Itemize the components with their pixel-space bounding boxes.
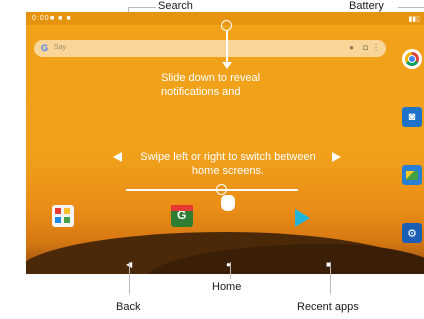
battery-callout: Battery <box>349 0 384 12</box>
search-callout: Search <box>158 0 193 12</box>
slide-down-line <box>226 31 228 63</box>
recent-apps-leader <box>330 262 331 294</box>
more-icon[interactable]: ⋮ <box>372 43 380 52</box>
search-bar[interactable]: G Say ● ◘ ⋮ <box>34 40 386 57</box>
notification-icons: ■ ■ ■ <box>50 15 72 22</box>
home-leader <box>230 262 231 279</box>
google-g-icon: G <box>41 43 49 53</box>
touch-point-top <box>221 20 232 31</box>
play-store-icon[interactable]: G <box>171 205 193 227</box>
touch-point-swipe <box>216 184 227 195</box>
swipe-left-arrow <box>113 152 122 162</box>
tablet-screen: 0:00 ■ ■ ■ ▮▮▯ G Say ● ◘ ⋮ Slide down to… <box>26 12 424 274</box>
battery-icon: ▮▮▯ <box>408 16 420 23</box>
slide-down-arrow <box>222 62 232 69</box>
search-leader-line <box>128 7 156 8</box>
settings-icon[interactable]: ⚙ <box>402 223 422 243</box>
swipe-instruction: Swipe left or right to switch between ho… <box>140 151 316 177</box>
recent-apps-callout: Recent apps <box>297 301 359 313</box>
back-callout: Back <box>116 301 141 313</box>
search-hint: Say <box>54 44 67 51</box>
hand-pointer-icon <box>221 195 235 211</box>
swipe-right-arrow <box>332 152 341 162</box>
back-leader <box>129 262 130 294</box>
camera-icon[interactable]: ◘ <box>363 43 368 52</box>
swipe-line <box>126 189 298 191</box>
play-movies-icon[interactable] <box>291 207 313 229</box>
home-callout: Home <box>212 281 242 293</box>
status-time: 0:00 <box>32 15 50 22</box>
app-dock: ◙ ⚙ <box>400 25 424 255</box>
apps-icon[interactable] <box>52 205 74 227</box>
gallery-icon[interactable] <box>402 165 422 185</box>
mic-icon[interactable]: ● <box>349 43 354 52</box>
chrome-icon[interactable] <box>402 49 422 69</box>
dock-camera-icon[interactable]: ◙ <box>402 107 422 127</box>
battery-leader-line <box>398 7 424 8</box>
slide-down-instruction: Slide down to reveal notifications and <box>161 72 261 98</box>
